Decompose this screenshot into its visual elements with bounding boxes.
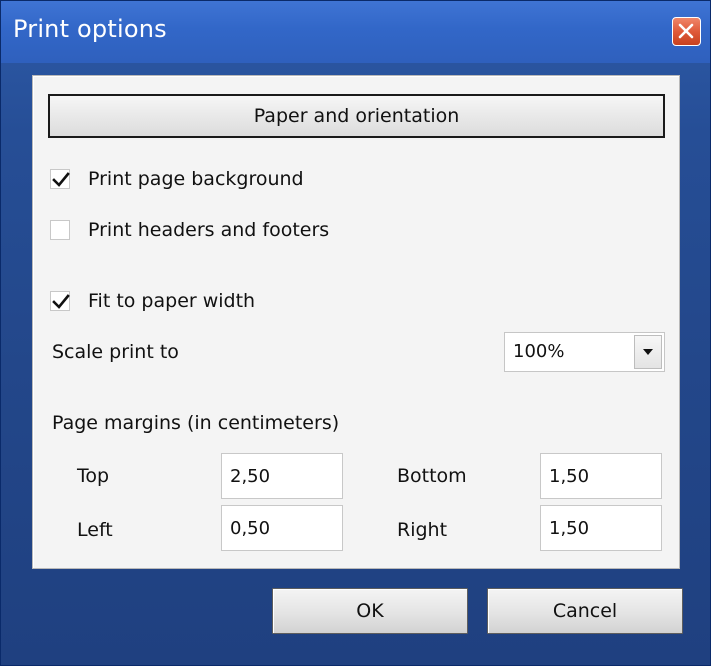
options-panel: Paper and orientation Print page backgro… [32,75,680,569]
fit-to-width-label: Fit to paper width [88,290,256,312]
scale-dropdown-button[interactable] [634,335,662,369]
print-headers-footers-option[interactable]: Print headers and footers [50,219,400,243]
left-margin-label: Left [77,519,113,541]
print-options-dialog: Print options Paper and orientation Prin… [0,0,711,666]
checkmark-icon [52,172,70,187]
top-margin-label: Top [77,465,110,487]
right-margin-label: Right [397,519,448,541]
ok-button[interactable]: OK [272,588,468,634]
print-headers-footers-checkbox[interactable] [50,220,70,240]
scale-label: Scale print to [52,341,179,363]
right-margin-input[interactable] [540,505,662,551]
fit-to-width-checkbox[interactable] [50,291,70,311]
top-margin-input[interactable] [221,453,343,499]
left-margin-input[interactable] [221,505,343,551]
title-bar[interactable]: Print options [1,1,710,63]
print-background-option[interactable]: Print page background [50,168,380,192]
close-icon [678,23,694,39]
scale-select[interactable]: 100% [504,332,665,372]
checkmark-icon [52,294,70,309]
margins-heading: Page margins (in centimeters) [52,412,340,434]
fit-to-width-option[interactable]: Fit to paper width [50,290,330,314]
bottom-margin-label: Bottom [397,465,467,487]
chevron-down-icon [643,349,653,355]
bottom-margin-input[interactable] [540,453,662,499]
dialog-title: Print options [13,15,167,43]
print-headers-footers-label: Print headers and footers [88,219,330,241]
print-background-checkbox[interactable] [50,169,70,189]
print-background-label: Print page background [88,168,304,190]
cancel-button[interactable]: Cancel [487,588,683,634]
paper-and-orientation-button[interactable]: Paper and orientation [48,94,665,138]
close-button[interactable] [672,17,701,46]
scale-value: 100% [513,341,565,362]
